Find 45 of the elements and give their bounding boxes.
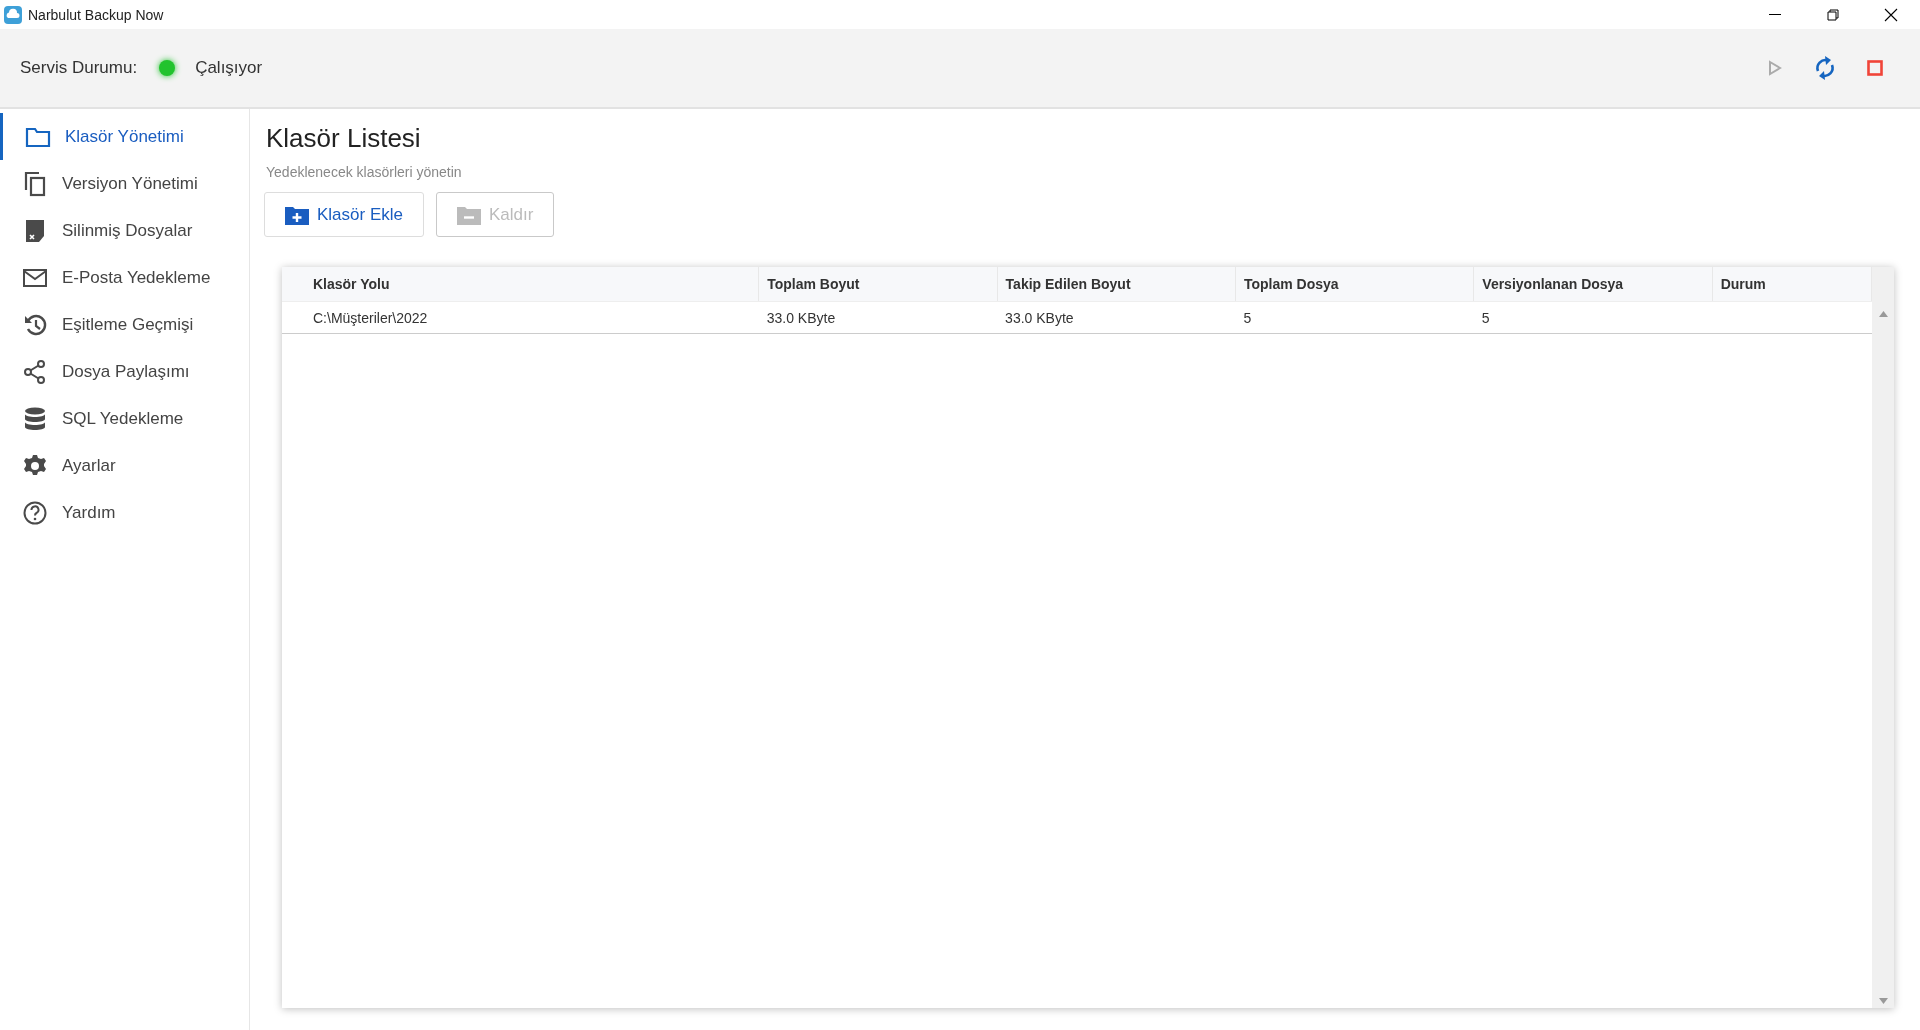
table-cell: C:\Müşteriler\2022: [282, 301, 759, 334]
sidebar-item[interactable]: Ayarlar: [0, 442, 249, 489]
sidebar-item[interactable]: SQL Yedekleme: [0, 395, 249, 442]
close-icon[interactable]: [1884, 7, 1898, 22]
history-icon: [23, 312, 47, 337]
column-header[interactable]: Versiyonlanan Dosya: [1473, 267, 1713, 302]
play-icon: [1768, 60, 1782, 76]
add-folder-button[interactable]: Klasör Ekle: [264, 192, 424, 237]
sidebar-item[interactable]: Dosya Paylaşımı: [0, 348, 249, 395]
column-header[interactable]: Durum: [1712, 267, 1872, 302]
table-cell: 5: [1473, 301, 1713, 334]
gear-icon: [23, 453, 47, 478]
scroll-up-icon[interactable]: [1878, 311, 1888, 317]
share-icon: [23, 359, 47, 384]
scroll-down-icon[interactable]: [1878, 998, 1888, 1004]
column-header[interactable]: Takip Edilen Boyut: [997, 267, 1236, 302]
sidebar-item[interactable]: Versiyon Yönetimi: [0, 160, 249, 207]
refresh-icon: [1814, 55, 1836, 81]
table-cell: 33.0 KByte: [758, 301, 998, 334]
stop-icon: [1867, 60, 1883, 76]
mail-icon: [23, 268, 47, 287]
column-header[interactable]: Toplam Dosya: [1235, 267, 1474, 302]
table-cell: 5: [1235, 301, 1474, 334]
page-subtitle: Yedeklenecek klasörleri yönetin: [266, 164, 463, 180]
page-title: Klasör Listesi: [266, 123, 422, 154]
document-x-icon: [25, 218, 45, 243]
sidebar-item[interactable]: E-Posta Yedekleme: [0, 254, 249, 301]
sidebar-item[interactable]: Yardım: [0, 489, 249, 536]
service-status-value: Çalışıyor: [195, 58, 263, 78]
sidebar-item[interactable]: Klasör Yönetimi: [0, 113, 249, 160]
table-cell: 33.0 KByte: [997, 301, 1236, 334]
copy-icon: [24, 170, 46, 197]
cloud-logo-icon: [4, 5, 22, 24]
folder-minus-icon: [457, 204, 481, 225]
folder-plus-icon: [285, 204, 309, 225]
sidebar-item[interactable]: Silinmiş Dosyalar: [0, 207, 249, 254]
window-title: Narbulut Backup Now: [28, 6, 165, 23]
database-icon: [24, 406, 46, 431]
column-header[interactable]: Klasör Yolu: [282, 267, 759, 302]
help-icon: [23, 500, 47, 525]
folder-icon: [25, 125, 51, 148]
restore-icon[interactable]: [1827, 8, 1839, 21]
column-header[interactable]: Toplam Boyut: [758, 267, 998, 302]
sidebar-item[interactable]: Eşitleme Geçmişi: [0, 301, 249, 348]
service-status-label: Servis Durumu:: [20, 58, 138, 78]
